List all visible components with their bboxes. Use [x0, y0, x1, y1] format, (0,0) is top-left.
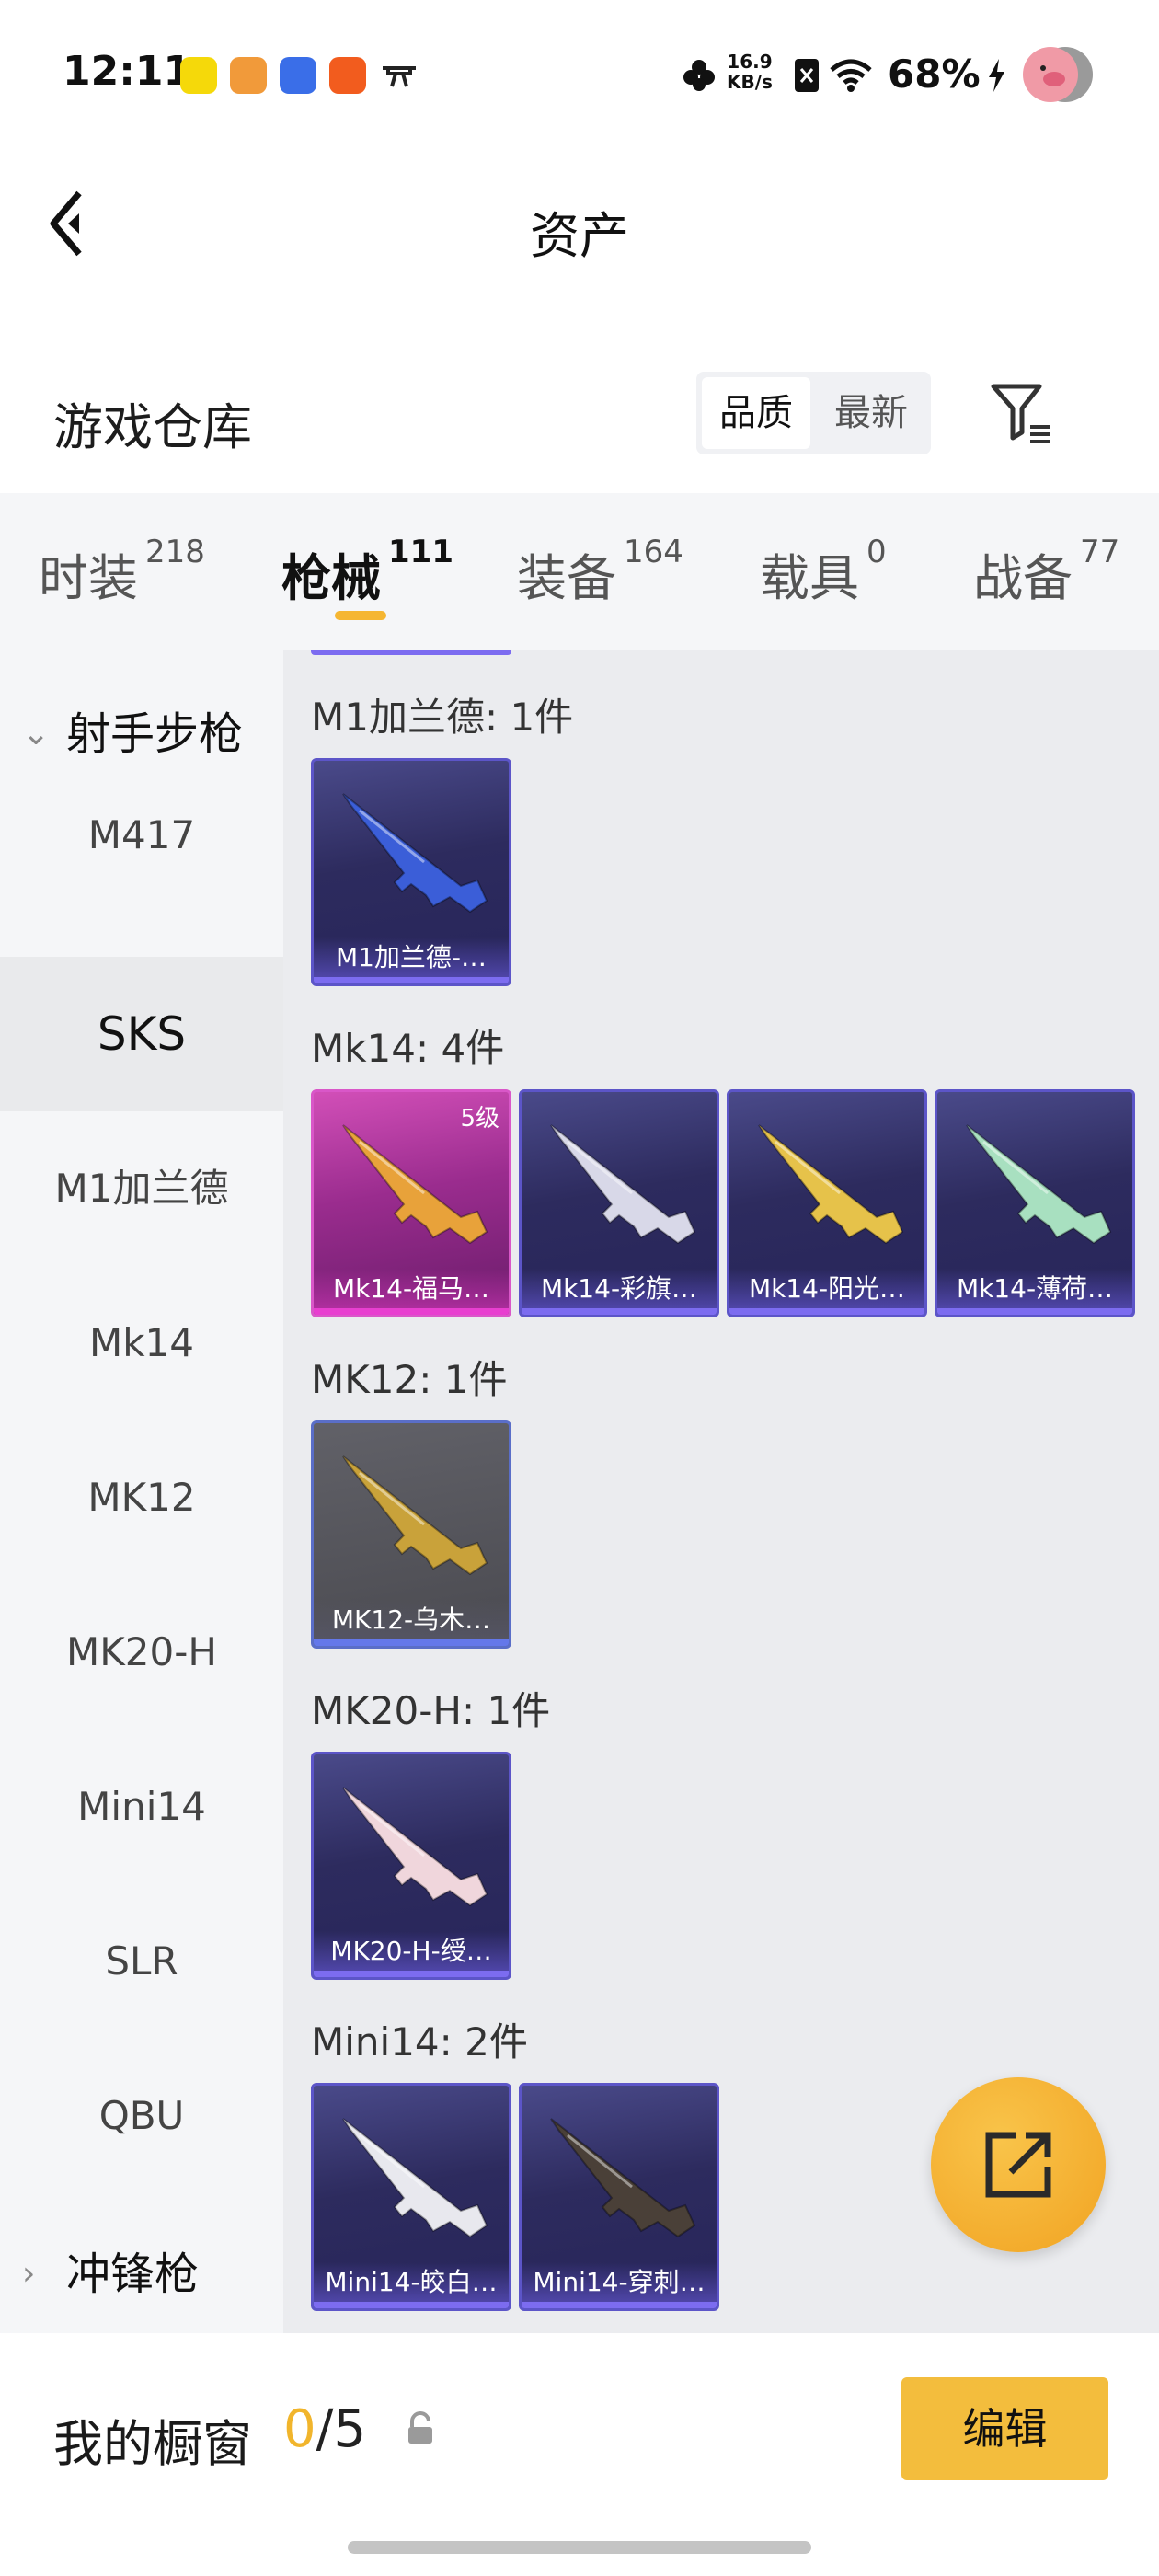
- status-time: 12:11: [63, 48, 192, 95]
- page-title: 资产: [530, 207, 629, 265]
- network-speed: 16.9 KB/s: [727, 52, 773, 92]
- app-notification-icon: [280, 57, 316, 94]
- weapon-card-name: Mk14-彩旗…: [522, 1269, 717, 1315]
- previous-card-edge: [311, 650, 511, 655]
- tab-equipment[interactable]: 装备 164: [517, 534, 683, 610]
- share-button[interactable]: [931, 2077, 1106, 2252]
- showcase-bar: 我的橱窗 0/5 编辑: [0, 2333, 1159, 2576]
- rifle-icon: [342, 2118, 488, 2238]
- tab-label: 装备: [517, 549, 616, 607]
- tab-count: 0: [866, 534, 887, 570]
- rifle-icon: [342, 1455, 488, 1576]
- app-notification-icon: [230, 57, 267, 94]
- sidebar-item-mini14[interactable]: Mini14: [0, 1730, 283, 1884]
- app-notification-icon: [329, 57, 366, 94]
- weapon-card-name: Mk14-薄荷…: [937, 1269, 1132, 1315]
- group-title: Mini14: 2件: [311, 2019, 528, 2064]
- tab-label: 时装: [39, 549, 138, 607]
- tab-count: 164: [624, 534, 683, 570]
- tab-supplies[interactable]: 战备 77: [973, 534, 1120, 610]
- weapon-card[interactable]: Mk14-彩旗…: [519, 1089, 719, 1317]
- rifle-icon: [550, 2118, 696, 2238]
- filter-button[interactable]: [984, 379, 1058, 453]
- tab-label: 枪械: [281, 549, 381, 607]
- sidebar-category-smg[interactable]: › 冲锋枪: [0, 2228, 283, 2320]
- sidebar-item-slr[interactable]: SLR: [0, 1884, 283, 2039]
- tab-count: 111: [388, 534, 453, 570]
- tab-count: 218: [145, 534, 205, 570]
- flower-icon: [683, 60, 715, 91]
- sort-option-quality[interactable]: 品质: [702, 377, 810, 449]
- sidebar-item-qbu[interactable]: QBU: [0, 2039, 283, 2193]
- title-bar: 资产: [0, 147, 1159, 304]
- sort-toggle: 品质 最新: [696, 372, 931, 454]
- tab-count: 77: [1080, 534, 1120, 570]
- sidebar-item-sks[interactable]: SKS: [0, 957, 283, 1111]
- network-speed-unit: KB/s: [727, 71, 773, 93]
- weapon-card-name: MK12-乌木…: [314, 1600, 509, 1646]
- group-title: M1加兰德: 1件: [311, 695, 574, 740]
- edit-button[interactable]: 编辑: [901, 2377, 1108, 2480]
- weapon-card-name: M1加兰德-…: [314, 937, 509, 983]
- filter-icon: [991, 384, 1050, 443]
- weapon-card-name: Mini14-穿刺…: [522, 2262, 717, 2308]
- weapon-card[interactable]: M1加兰德-…: [311, 758, 511, 986]
- tab-fashion[interactable]: 时装 218: [39, 534, 205, 610]
- showcase-current: 0: [283, 2399, 316, 2459]
- active-tab-indicator: [335, 611, 386, 620]
- weapon-card[interactable]: MK12-乌木…: [311, 1420, 511, 1649]
- chevron-right-icon: ›: [22, 2255, 36, 2293]
- tab-label: 载具: [760, 549, 859, 607]
- level-badge: 5级: [460, 1105, 499, 1133]
- drone-icon: [383, 66, 416, 87]
- sidebar-item-m1-garand[interactable]: M1加兰德: [0, 1111, 283, 1266]
- sidebar-item-mk14[interactable]: Mk14: [0, 1266, 283, 1420]
- group-title: MK12: 1件: [311, 1357, 508, 1402]
- lock-icon: [408, 2411, 432, 2444]
- sidebar-category-label: 冲锋枪: [66, 2248, 200, 2300]
- share-icon: [985, 2132, 1051, 2198]
- weapon-card[interactable]: Mk14-薄荷…: [935, 1089, 1135, 1317]
- tab-vehicles[interactable]: 载具 0: [760, 534, 887, 610]
- weapon-card-name: MK20-H-绶…: [314, 1931, 509, 1977]
- group-title: Mk14: 4件: [311, 1026, 505, 1071]
- app-notification-icon: [180, 57, 217, 94]
- sidebar-item-mk12[interactable]: MK12: [0, 1420, 283, 1575]
- weapon-card[interactable]: MK20-H-绶…: [311, 1752, 511, 1980]
- rifle-icon: [342, 793, 488, 914]
- network-speed-value: 16.9: [727, 51, 773, 73]
- battery-level: 68%: [888, 52, 981, 97]
- tab-firearms[interactable]: 枪械 111: [281, 534, 453, 610]
- warehouse-title: 游戏仓库: [53, 398, 252, 456]
- rifle-icon: [758, 1124, 904, 1245]
- rifle-icon: [966, 1124, 1112, 1245]
- warehouse-header: 游戏仓库 品质 最新: [0, 304, 1159, 493]
- home-indicator[interactable]: [348, 2541, 811, 2554]
- weapon-card[interactable]: Mini14-穿刺…: [519, 2083, 719, 2311]
- sort-option-latest[interactable]: 最新: [817, 377, 925, 449]
- avatar: [1023, 47, 1093, 102]
- charging-icon: [989, 59, 1004, 92]
- group-title: MK20-H: 1件: [311, 1688, 551, 1733]
- showcase-total: /5: [316, 2399, 367, 2459]
- showcase-label: 我的橱窗: [53, 2415, 252, 2473]
- rifle-icon: [342, 1787, 488, 1907]
- sidebar-item-m417[interactable]: M417: [0, 758, 283, 913]
- rifle-icon: [550, 1124, 696, 1245]
- sim-off-icon: [795, 59, 819, 92]
- weapon-card-name: Mini14-皎白…: [314, 2262, 509, 2308]
- weapon-sidebar: ⌄ 射手步枪 M417 SKS M1加兰德 Mk14 MK12 MK20-H M…: [0, 650, 283, 2333]
- category-tabs: 时装 218 枪械 111 装备 164 载具 0 战备 77: [0, 493, 1159, 650]
- wifi-icon: [830, 59, 872, 92]
- weapon-card[interactable]: Mk14-阳光…: [727, 1089, 927, 1317]
- status-bar: 12:11 16.9 KB/s 68%: [0, 0, 1159, 147]
- tab-label: 战备: [973, 549, 1073, 607]
- sidebar-item-mk20h[interactable]: MK20-H: [0, 1575, 283, 1730]
- weapon-card[interactable]: 5级 Mk14-福马…: [311, 1089, 511, 1317]
- weapon-card[interactable]: Mini14-皎白…: [311, 2083, 511, 2311]
- weapon-card-name: Mk14-阳光…: [729, 1269, 924, 1315]
- weapon-card-name: Mk14-福马…: [314, 1269, 509, 1315]
- showcase-count: 0/5: [283, 2399, 366, 2459]
